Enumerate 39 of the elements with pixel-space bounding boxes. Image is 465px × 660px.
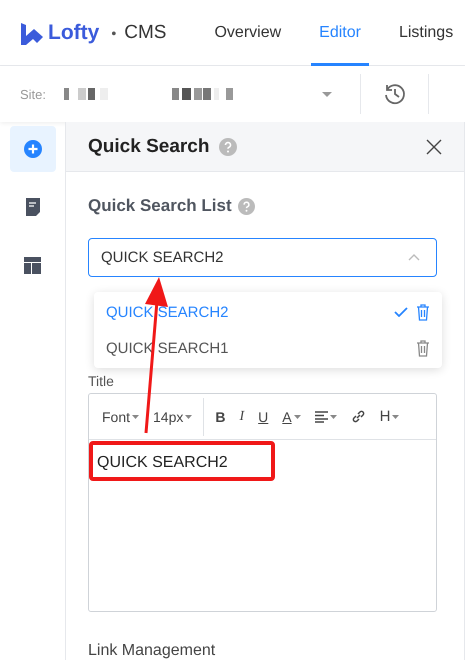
font-dropdown[interactable]: Font [97, 408, 144, 424]
add-icon [24, 140, 42, 158]
separator: • [111, 24, 116, 40]
link-icon [350, 409, 366, 424]
editor-text: QUICK SEARCH2 [97, 454, 228, 471]
history-icon [382, 82, 406, 106]
caret-icon [330, 414, 337, 418]
quick-search-select[interactable]: QUICK SEARCH2 [88, 238, 437, 277]
section-label: Quick Search List [88, 196, 232, 216]
italic-button[interactable]: I [234, 408, 250, 424]
heading-dropdown[interactable]: H [374, 408, 404, 425]
layout-icon [24, 256, 41, 274]
caret-icon [294, 414, 301, 418]
panel-title: Quick Search [88, 136, 210, 158]
underline-button[interactable]: U [253, 408, 274, 424]
document-icon [26, 198, 40, 216]
size-dropdown[interactable]: 14px [148, 408, 198, 424]
field-label: Title [88, 373, 115, 389]
chevron-icon [408, 254, 420, 261]
product-name: CMS [124, 22, 166, 44]
section-label: Link Management [88, 642, 216, 660]
dropdown-option[interactable]: QUICK SEARCH2 [94, 294, 442, 330]
caret-icon [185, 414, 192, 418]
check-icon [394, 307, 408, 317]
nav-tab[interactable]: Listings [390, 0, 462, 66]
sidebar-button[interactable] [10, 126, 56, 172]
caret-icon [132, 414, 140, 418]
trash-icon[interactable] [416, 304, 430, 320]
close-icon[interactable] [426, 138, 442, 154]
rich-text-editor[interactable]: Font 14px B I U A H QUICK SEARCH2 [88, 393, 437, 612]
logo[interactable]: Lofty [20, 20, 100, 44]
nav-tab[interactable]: Editor [311, 0, 369, 66]
trash-icon[interactable] [416, 340, 430, 356]
bold-button[interactable]: B [210, 408, 230, 424]
text-color-button[interactable]: A [277, 408, 306, 424]
align-icon [314, 410, 328, 422]
caret-icon [392, 414, 400, 418]
caret-icon [322, 92, 332, 96]
nav-tab[interactable]: Overview [206, 0, 290, 66]
